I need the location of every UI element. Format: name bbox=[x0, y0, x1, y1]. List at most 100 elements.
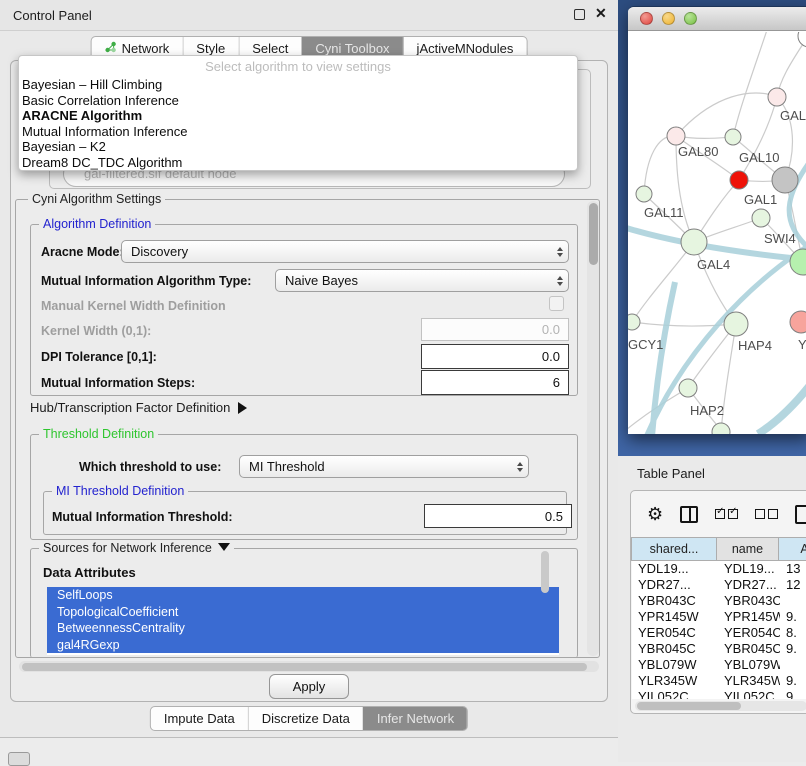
network-node-swi4[interactable] bbox=[752, 209, 770, 227]
hub-definition-expander[interactable]: Hub/Transcription Factor Definition bbox=[30, 400, 247, 415]
network-node-hap2[interactable] bbox=[679, 379, 697, 397]
network-thick-edges bbox=[628, 160, 806, 434]
network-node-gal80[interactable] bbox=[667, 127, 685, 145]
table-row[interactable]: YIL052CYIL052C9. bbox=[632, 689, 806, 699]
mi-type-combo[interactable]: Naive Bayes bbox=[275, 269, 569, 292]
table-row[interactable]: YBR043CYBR043C bbox=[632, 593, 806, 609]
close-traffic-light[interactable] bbox=[640, 12, 653, 25]
dropdown-item-dream8-dc-tdc-algorithm[interactable]: Dream8 DC_TDC Algorithm bbox=[22, 155, 574, 171]
aracne-mode-combo[interactable]: Discovery bbox=[121, 240, 569, 263]
close-icon[interactable]: ✕ bbox=[595, 5, 607, 22]
table-row[interactable]: YLR345WYLR345W9. bbox=[632, 673, 806, 689]
column-header-shared[interactable]: shared... bbox=[631, 537, 717, 561]
network-node-gal[interactable] bbox=[768, 88, 786, 106]
network-node[interactable] bbox=[725, 129, 741, 145]
tab-label: jActiveMNodules bbox=[417, 41, 514, 56]
table-horizontal-scrollbar[interactable] bbox=[635, 701, 806, 711]
table-cell: YBR045C bbox=[718, 641, 780, 657]
mi-threshold-label: Mutual Information Threshold: bbox=[52, 510, 233, 524]
attribute-selfloops[interactable]: SelfLoops bbox=[47, 587, 559, 604]
network-node-gal10[interactable] bbox=[772, 167, 798, 193]
network-node-gcy1[interactable] bbox=[628, 314, 640, 330]
network-node-y[interactable] bbox=[790, 311, 806, 333]
attribute-gal4rgexp[interactable]: gal4RGexp bbox=[47, 637, 559, 654]
table-cell: YBL079W bbox=[632, 657, 718, 673]
select-all-columns-icon[interactable] bbox=[715, 509, 738, 519]
algorithm-definition-group: Algorithm Definition Aracne Mode: Discov… bbox=[30, 224, 578, 396]
tab-label: Infer Network bbox=[377, 711, 454, 726]
hub-definition-label: Hub/Transcription Factor Definition bbox=[30, 400, 230, 415]
control-panel-titlebar: Control Panel ✕ bbox=[0, 0, 618, 31]
table-panel-title: Table Panel bbox=[637, 466, 705, 481]
table-cell: 13 bbox=[780, 561, 806, 577]
collapse-down-icon bbox=[218, 543, 230, 551]
table-row[interactable]: YDR27...YDR27...12 bbox=[632, 577, 806, 593]
dpi-tolerance-field[interactable]: 0.0 bbox=[421, 344, 569, 369]
attribute-topologicalcoefficient[interactable]: TopologicalCoefficient bbox=[47, 604, 559, 621]
table-cell: YPR145W bbox=[718, 609, 780, 625]
which-threshold-combo[interactable]: MI Threshold bbox=[239, 455, 529, 478]
gear-icon[interactable]: ⚙ bbox=[647, 505, 663, 523]
dropdown-item-aracne-algorithm[interactable]: ARACNE Algorithm bbox=[22, 108, 574, 124]
bottom-tab-impute-data[interactable]: Impute Data bbox=[151, 707, 248, 730]
column-header-a[interactable]: A bbox=[779, 537, 806, 561]
network-node-gal11[interactable] bbox=[636, 186, 652, 202]
settings-vertical-scrollbar[interactable] bbox=[587, 201, 599, 656]
column-header-name[interactable]: name bbox=[717, 537, 779, 561]
dropdown-item-bayesian-hill-climbing[interactable]: Bayesian – Hill Climbing bbox=[22, 77, 574, 93]
table-row[interactable]: YBR045CYBR045C9. bbox=[632, 641, 806, 657]
dropdown-item-mutual-information-inference[interactable]: Mutual Information Inference bbox=[22, 124, 574, 140]
table-cell: 9. bbox=[780, 673, 806, 689]
data-attributes-list[interactable]: SelfLoopsTopologicalCoefficientBetweenne… bbox=[47, 587, 559, 655]
network-node[interactable] bbox=[790, 249, 806, 275]
attribute-betweennesscentrality[interactable]: BetweennessCentrality bbox=[47, 620, 559, 637]
minimize-traffic-light[interactable] bbox=[662, 12, 675, 25]
manual-kernel-label: Manual Kernel Width Definition bbox=[41, 299, 226, 313]
stepper-icon bbox=[557, 276, 563, 286]
network-node[interactable] bbox=[712, 423, 730, 434]
table-cell: YER054C bbox=[718, 625, 780, 641]
document-icon[interactable] bbox=[795, 505, 806, 524]
dropdown-item-basic-correlation-inference[interactable]: Basic Correlation Inference bbox=[22, 93, 574, 109]
table-row[interactable]: YDL19...YDL19...13 bbox=[632, 561, 806, 577]
algorithm-dropdown-popup: Select algorithm to view settings Bayesi… bbox=[18, 55, 578, 171]
scrollbar-thumb[interactable] bbox=[637, 702, 741, 710]
manual-kernel-checkbox[interactable] bbox=[549, 296, 564, 311]
bottom-tab-infer-network[interactable]: Infer Network bbox=[363, 707, 467, 730]
settings-legend: Cyni Algorithm Settings bbox=[28, 192, 165, 206]
algorithm-definition-legend: Algorithm Definition bbox=[39, 217, 155, 231]
mi-steps-field[interactable]: 6 bbox=[421, 370, 569, 395]
network-node-gal4[interactable] bbox=[681, 229, 707, 255]
table-row[interactable]: YBL079WYBL079W bbox=[632, 657, 806, 673]
node-label-gal80: GAL80 bbox=[678, 144, 718, 159]
network-node[interactable] bbox=[798, 32, 806, 47]
kernel-width-field[interactable]: 0.0 bbox=[421, 318, 569, 341]
columns-icon[interactable] bbox=[680, 506, 698, 523]
table-cell: YIL052C bbox=[632, 689, 718, 699]
table-cell: YPR145W bbox=[632, 609, 718, 625]
mi-threshold-field[interactable]: 0.5 bbox=[424, 504, 572, 528]
mi-type-value: Naive Bayes bbox=[285, 273, 358, 288]
bottom-tab-discretize-data[interactable]: Discretize Data bbox=[248, 707, 363, 730]
mi-type-label: Mutual Information Algorithm Type: bbox=[41, 274, 251, 288]
apply-button[interactable]: Apply bbox=[269, 674, 349, 699]
cyni-algorithm-settings-group: Cyni Algorithm Settings Algorithm Defini… bbox=[15, 199, 600, 658]
float-window-icon[interactable] bbox=[574, 9, 585, 20]
sources-legend[interactable]: Sources for Network Inference bbox=[39, 541, 234, 555]
mi-steps-label: Mutual Information Steps: bbox=[41, 376, 195, 390]
scrollbar-thumb[interactable] bbox=[22, 663, 587, 671]
network-canvas[interactable]: GALGAL80GAL10GAL1GAL11SWI4GAL4GCY1HAP4YH… bbox=[628, 32, 806, 434]
attribute-list-scrollbar[interactable] bbox=[541, 551, 549, 593]
table-cell: YDR27... bbox=[632, 577, 718, 593]
deselect-all-columns-icon[interactable] bbox=[755, 509, 778, 519]
dropdown-item-bayesian-k2[interactable]: Bayesian – K2 bbox=[22, 139, 574, 155]
network-node-hap4[interactable] bbox=[724, 312, 748, 336]
zoom-traffic-light[interactable] bbox=[684, 12, 697, 25]
table-row[interactable]: YER054CYER054C8. bbox=[632, 625, 806, 641]
table-row[interactable]: YPR145WYPR145W9. bbox=[632, 609, 806, 625]
network-window-titlebar[interactable] bbox=[628, 7, 806, 31]
settings-horizontal-scrollbar[interactable] bbox=[19, 661, 599, 672]
scrollbar-thumb[interactable] bbox=[589, 203, 598, 265]
network-node-gal1[interactable] bbox=[730, 171, 748, 189]
bottom-left-mini-button[interactable] bbox=[8, 752, 30, 766]
